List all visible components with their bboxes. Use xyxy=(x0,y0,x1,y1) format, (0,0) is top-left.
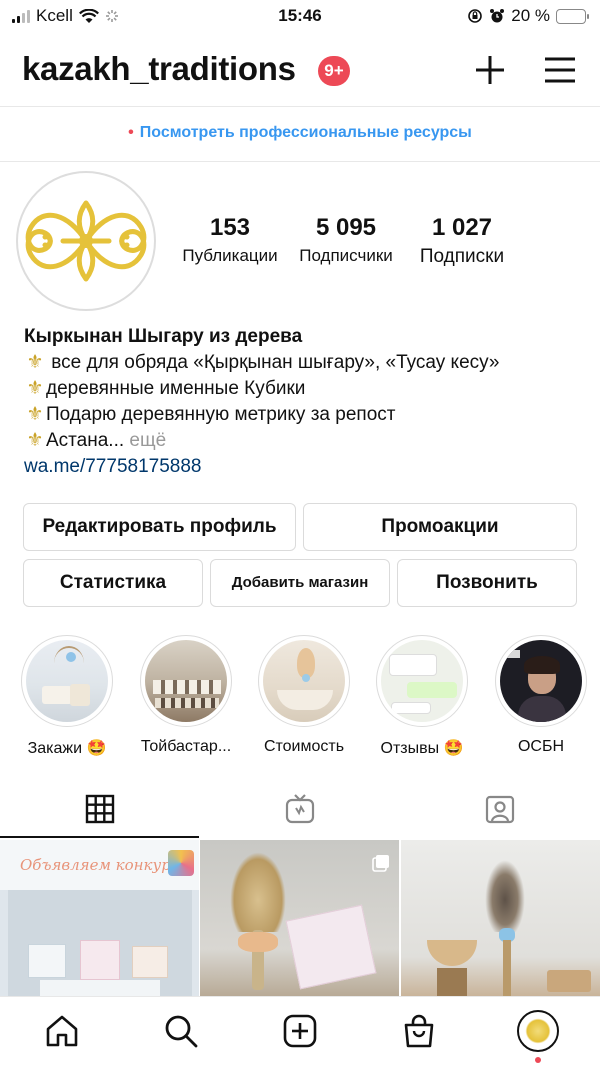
professional-resources-banner[interactable]: • Посмотреть профессиональные ресурсы xyxy=(0,106,600,162)
battery-icon xyxy=(556,8,589,24)
highlight-orders[interactable]: Закажи 🤩 xyxy=(19,635,115,758)
display-name: Кыркынан Шыгару из дерева xyxy=(24,326,303,347)
tab-posts-grid[interactable] xyxy=(0,780,200,838)
highlight-label: Закажи 🤩 xyxy=(27,740,107,757)
nav-shop[interactable] xyxy=(399,1011,439,1051)
highlight-label: Тойбастар... xyxy=(140,738,232,755)
highlight-reviews[interactable]: Отзывы 🤩 xyxy=(374,635,470,758)
highlight-osbn[interactable]: ОСБН xyxy=(493,635,589,756)
banner-text: Посмотреть профессиональные ресурсы xyxy=(139,124,472,141)
notification-badge[interactable]: 9+ xyxy=(318,56,350,86)
shop-icon xyxy=(404,1014,434,1048)
insights-button[interactable]: Статистика xyxy=(23,559,203,607)
post-thumbnail[interactable]: Объявляем конкурс xyxy=(0,840,199,996)
highlight-label: Отзывы 🤩 xyxy=(380,740,464,757)
tab-tagged[interactable] xyxy=(400,780,600,838)
bio-line: ⚜ деревянные именные Кубики xyxy=(24,376,584,402)
following-count-value: 1 027 xyxy=(431,214,493,241)
fleur-de-lis-icon: ⚜ xyxy=(26,378,44,399)
banner-dot: • xyxy=(128,124,134,141)
search-icon xyxy=(165,1015,198,1048)
bio-more-link[interactable]: ещё xyxy=(129,430,166,451)
battery-percent: 20 % xyxy=(511,6,550,25)
posts-grid: Объявляем конкурс xyxy=(0,840,600,996)
username-switcher[interactable]: kazakh_traditions xyxy=(22,50,296,88)
following-count[interactable]: 1 027 Подписки xyxy=(406,214,518,268)
create-icon xyxy=(283,1014,317,1048)
fleur-de-lis-icon: ⚜ xyxy=(26,430,44,451)
profile-bio: Кыркынан Шыгару из дерева ⚜ все для обря… xyxy=(24,324,584,480)
profile-avatar[interactable] xyxy=(16,171,156,311)
profile-tabs xyxy=(0,780,600,840)
highlight-cover xyxy=(145,640,227,722)
nav-create[interactable] xyxy=(280,1011,320,1051)
profile-icon xyxy=(521,1014,555,1048)
bio-line: ⚜ все для обряда «Қырқынан шығару», «Тус… xyxy=(24,350,584,376)
edit-profile-button[interactable]: Редактировать профиль xyxy=(23,503,296,551)
highlight-label: Стоимость xyxy=(263,738,345,755)
followers-count-label: Подписчики xyxy=(299,246,393,265)
post-thumbnail[interactable] xyxy=(401,840,600,996)
highlight-price[interactable]: Стоимость xyxy=(256,635,352,756)
add-shop-button[interactable]: Добавить магазин xyxy=(210,559,390,607)
nav-search[interactable] xyxy=(161,1011,201,1051)
posts-count-value: 153 xyxy=(209,214,251,241)
fleur-de-lis-icon: ⚜ xyxy=(26,404,44,425)
highlight-cover xyxy=(26,640,108,722)
highlight-label: ОСБН xyxy=(517,738,565,755)
tab-igtv[interactable] xyxy=(200,780,400,838)
highlight-toybastar[interactable]: Тойбастар... xyxy=(138,635,234,756)
following-count-label: Подписки xyxy=(419,246,505,267)
nav-home[interactable] xyxy=(42,1011,82,1051)
igtv-icon xyxy=(285,794,315,824)
post-caption: Объявляем конкурс xyxy=(20,856,180,874)
rotation-lock-icon xyxy=(468,9,483,23)
post-thumbnail[interactable] xyxy=(200,840,399,996)
bio-website-link[interactable]: wa.me/77758175888 xyxy=(24,454,584,480)
highlight-cover xyxy=(263,640,345,722)
alarm-icon xyxy=(490,9,505,23)
posts-count[interactable]: 153 Публикации xyxy=(174,214,286,266)
multiple-photos-icon xyxy=(372,854,390,872)
nav-profile[interactable] xyxy=(517,1010,559,1052)
highlight-cover xyxy=(381,640,463,722)
highlight-cover xyxy=(500,640,582,722)
fleur-de-lis-icon: ⚜ xyxy=(26,352,44,373)
tagged-icon xyxy=(485,795,515,824)
profile-header: kazakh_traditions 9+ xyxy=(0,42,600,98)
party-popper-icon xyxy=(168,850,194,876)
followers-count[interactable]: 5 095 Подписчики xyxy=(290,214,402,266)
home-icon xyxy=(46,1015,78,1047)
status-bar: Kcell 15:46 20 % xyxy=(0,0,600,34)
profile-notification-dot xyxy=(535,1057,541,1063)
grid-icon xyxy=(85,794,115,824)
bio-line: ⚜ Подарю деревянную метрику за репост xyxy=(24,402,584,428)
call-button[interactable]: Позвонить xyxy=(397,559,577,607)
create-post-button[interactable] xyxy=(470,50,510,90)
posts-count-label: Публикации xyxy=(182,246,278,265)
menu-icon xyxy=(545,57,575,83)
plus-icon xyxy=(476,56,504,84)
bio-line: ⚜ Астана... ещё xyxy=(24,428,584,454)
ornament-logo xyxy=(25,200,147,282)
bottom-navigation xyxy=(0,996,600,1066)
active-tab-indicator xyxy=(0,836,199,838)
options-menu-button[interactable] xyxy=(540,50,580,90)
followers-count-value: 5 095 xyxy=(315,214,377,241)
promotions-button[interactable]: Промоакции xyxy=(303,503,577,551)
